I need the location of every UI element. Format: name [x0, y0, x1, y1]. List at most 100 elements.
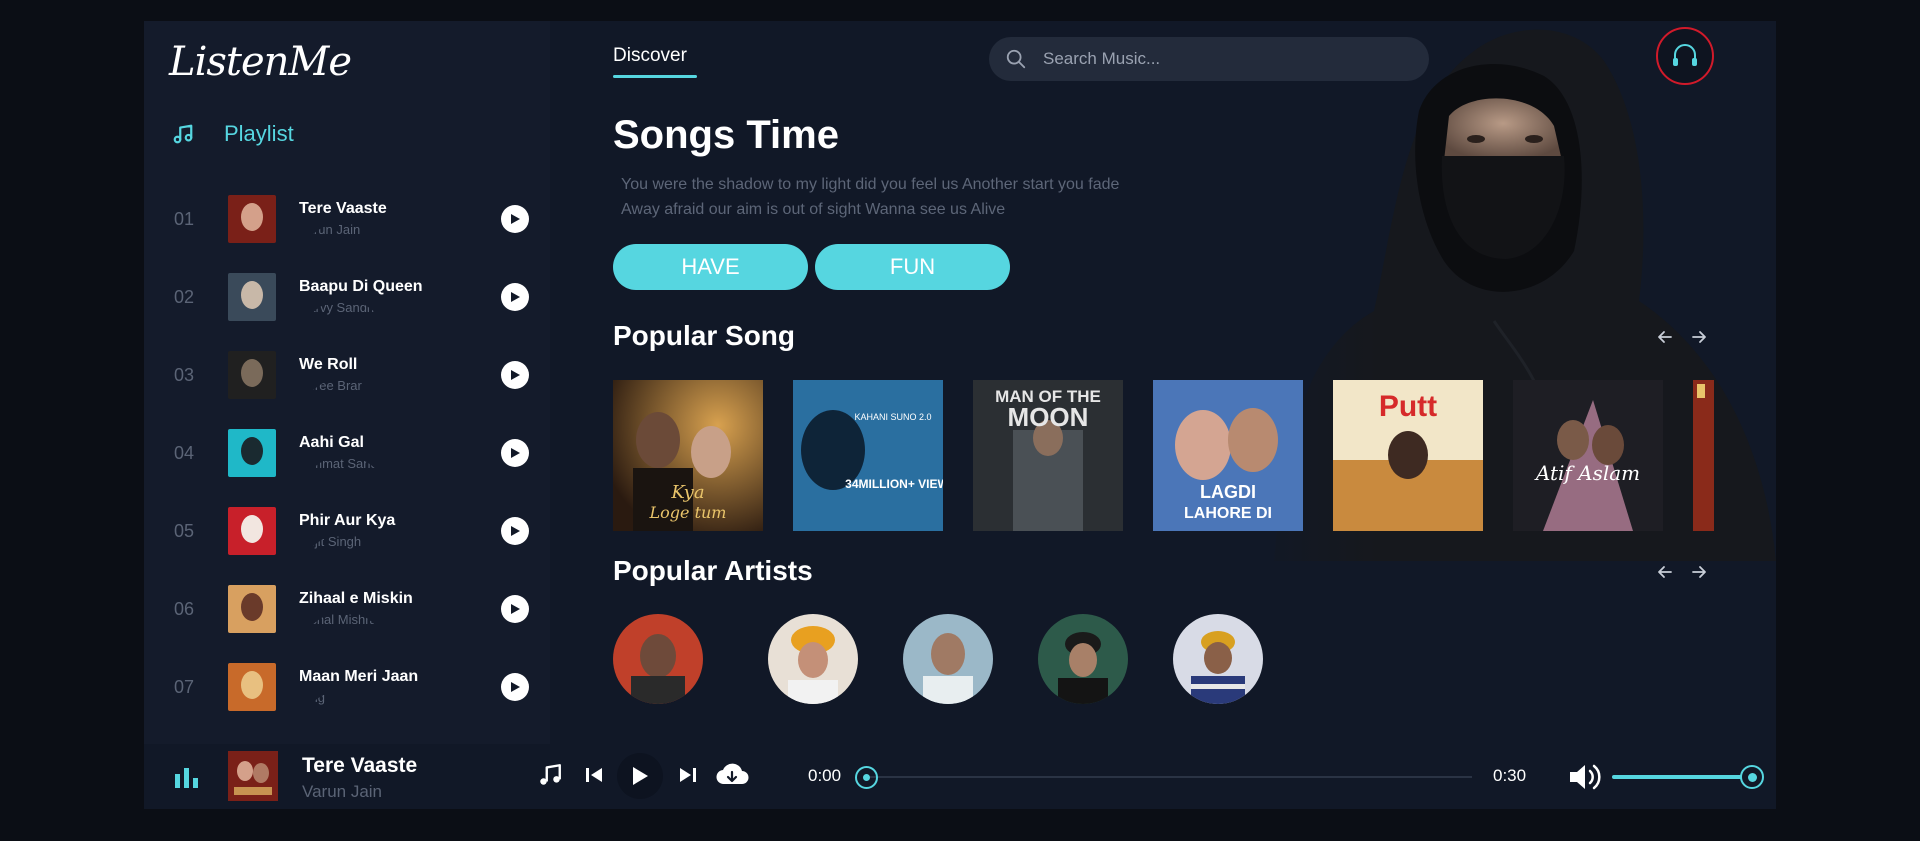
track-title: Aahi Gal	[299, 434, 364, 451]
playlist-nav-item[interactable]: Playlist	[172, 121, 294, 147]
track-cover	[228, 507, 276, 555]
track-play-button[interactable]	[501, 517, 529, 545]
playlist-label: Playlist	[224, 121, 294, 146]
hero-lyrics: You were the shadow to my light did you …	[621, 172, 1221, 222]
seek-bar[interactable]	[863, 776, 1472, 778]
playlist-track-row[interactable]: 01 Tere Vaaste Varun Jain	[144, 181, 550, 259]
song-cover[interactable]: MAN OF THE MOON	[973, 380, 1123, 531]
popular-artists-title: Popular Artists	[613, 555, 813, 586]
tab-discover[interactable]: Discover	[613, 45, 687, 67]
profile-avatar-button[interactable]	[1656, 27, 1714, 85]
cover-text: Kya	[670, 482, 704, 503]
music-note-icon	[540, 764, 561, 785]
play-icon	[511, 604, 520, 614]
track-title: Zihaal e Miskin	[299, 590, 413, 607]
track-play-button[interactable]	[501, 361, 529, 389]
track-play-button[interactable]	[501, 673, 529, 701]
total-time: 0:30	[1493, 766, 1527, 785]
skip-forward-icon	[680, 768, 696, 782]
artist-avatar[interactable]	[903, 614, 993, 704]
playlist-track-row[interactable]: 03 We Roll Shree Brar	[144, 337, 550, 415]
track-cover	[228, 663, 276, 711]
song-cover[interactable]: Kya Loge tum	[613, 380, 763, 531]
app-window: ListenMe Playlist 01 Tere Vaaste Varun Jai…	[144, 21, 1776, 809]
track-number: 04	[174, 443, 195, 463]
volume-slider[interactable]	[1612, 775, 1752, 779]
player-bar: Tere Vaaste Varun Jain 0:00 0:30	[144, 744, 1776, 809]
artist-avatar[interactable]	[768, 614, 858, 704]
track-number: 02	[174, 287, 195, 307]
popular-song-nav	[1656, 328, 1708, 346]
download-button[interactable]	[714, 761, 750, 789]
cover-text: 34MILLION+ VIEWS	[845, 477, 943, 491]
playlist-track-row[interactable]: 02 Baapu Di Queen Harvy Sandhu	[144, 259, 550, 337]
song-cover[interactable]	[1693, 380, 1714, 531]
next-button[interactable]	[674, 761, 702, 789]
play-button[interactable]	[617, 753, 663, 799]
track-title: Maan Meri Jaan	[299, 668, 419, 685]
track-title: Phir Aur Kya	[299, 512, 396, 529]
search-bar[interactable]	[989, 37, 1429, 81]
sidebar: ListenMe Playlist 01 Tere Vaaste Varun Jai…	[144, 21, 550, 744]
cover-text: LAHORE DI	[1184, 505, 1272, 522]
track-title: We Roll	[299, 356, 358, 373]
equalizer-icon	[175, 768, 198, 788]
volume-handle[interactable]	[1740, 765, 1764, 789]
arrow-left-icon[interactable]	[1656, 563, 1674, 581]
track-cover	[228, 195, 276, 243]
seek-handle[interactable]	[855, 766, 878, 789]
song-cover[interactable]: LAGDI LAHORE DI	[1153, 380, 1303, 531]
artist-avatar[interactable]	[613, 614, 703, 704]
search-input[interactable]	[1043, 49, 1403, 69]
track-play-button[interactable]	[501, 595, 529, 623]
current-time: 0:00	[808, 766, 842, 785]
track-number: 07	[174, 677, 195, 697]
track-title: Baapu Di Queen	[299, 278, 423, 295]
play-icon	[511, 370, 520, 380]
music-note-button[interactable]	[536, 761, 564, 789]
song-cover[interactable]: Atif Aslam	[1513, 380, 1663, 531]
hero-title: Songs Time	[613, 113, 839, 157]
track-play-button[interactable]	[501, 439, 529, 467]
artist-avatar[interactable]	[1173, 614, 1263, 704]
playlist-track-row[interactable]: 07 Maan Meri Jaan King	[144, 649, 550, 727]
skip-back-icon	[586, 768, 602, 782]
playlist-track-row[interactable]: 06 Zihaal e Miskin Vishal Mishra	[144, 571, 550, 649]
volume-icon[interactable]	[1568, 761, 1604, 793]
now-playing-cover	[228, 751, 278, 801]
arrow-right-icon[interactable]	[1690, 563, 1708, 581]
fun-button[interactable]: FUN	[815, 244, 1010, 290]
track-number: 05	[174, 521, 195, 541]
lyrics-line-2: Away afraid our aim is out of sight Wann…	[621, 201, 1006, 218]
playlist-track-row[interactable]: 04 Aahi Gal Himmat Sandhu	[144, 415, 550, 493]
popular-artists-nav	[1656, 563, 1708, 581]
popular-song-title: Popular Song	[613, 320, 795, 351]
play-icon	[511, 292, 520, 302]
music-note-icon	[173, 124, 193, 144]
track-number: 03	[174, 365, 195, 385]
track-play-button[interactable]	[501, 283, 529, 311]
arrow-right-icon[interactable]	[1690, 328, 1708, 346]
now-playing-title: Tere Vaaste	[302, 754, 418, 777]
previous-button[interactable]	[580, 761, 608, 789]
track-play-button[interactable]	[501, 205, 529, 233]
search-icon	[1006, 49, 1026, 69]
track-number: 01	[174, 209, 195, 229]
cover-text: Loge tum	[649, 503, 727, 522]
track-title: Tere Vaaste	[299, 200, 387, 217]
song-cover[interactable]: Putt	[1333, 380, 1483, 531]
play-icon	[511, 526, 520, 536]
arrow-left-icon[interactable]	[1656, 328, 1674, 346]
track-cover	[228, 429, 276, 477]
song-cover[interactable]: KAHANI SUNO 2.0 34MILLION+ VIEWS	[793, 380, 943, 531]
play-icon	[511, 214, 520, 224]
playlist-track-row[interactable]: 05 Phir Aur Kya Arijit Singh	[144, 493, 550, 571]
cover-text: KAHANI SUNO 2.0	[854, 412, 931, 422]
have-button[interactable]: HAVE	[613, 244, 808, 290]
cover-text: Putt	[1379, 390, 1437, 423]
artist-avatar[interactable]	[1038, 614, 1128, 704]
cloud-download-icon	[716, 763, 749, 785]
cover-text: MOON	[1008, 402, 1089, 432]
now-playing-artist: Varun Jain	[302, 782, 383, 801]
tab-active-indicator	[613, 75, 697, 78]
